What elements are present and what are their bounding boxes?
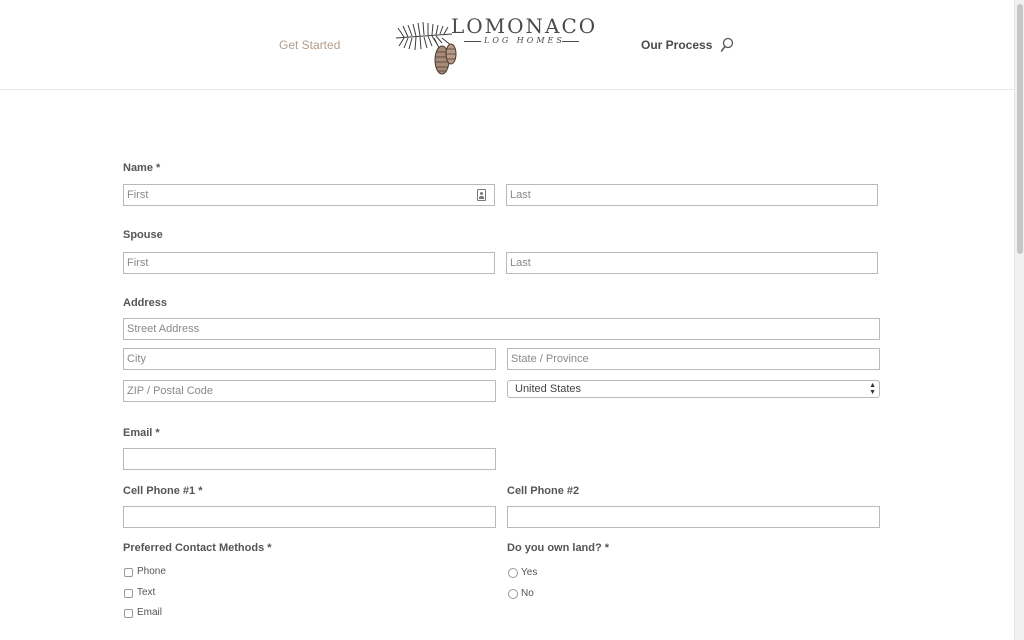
cell-phone-2-input[interactable] (507, 506, 880, 528)
contact-email-label: Email (137, 607, 163, 618)
spouse-first-placeholder: First (127, 257, 149, 269)
select-arrows-icon: ▲ ▼ (869, 382, 876, 396)
country-selected-value: United States (515, 383, 582, 395)
street-address-input[interactable]: Street Address (123, 318, 880, 340)
name-first-placeholder: First (127, 189, 149, 201)
cell-phone-1-input[interactable] (123, 506, 496, 528)
zip-placeholder: ZIP / Postal Code (127, 385, 214, 397)
nav-get-started[interactable]: Get Started (279, 38, 340, 52)
logo-title: LOMONACO (451, 14, 598, 38)
nav-our-process[interactable]: Our Process (641, 38, 712, 52)
email-label: Email * (123, 427, 160, 439)
search-icon[interactable] (720, 37, 734, 53)
name-label: Name * (123, 162, 161, 174)
contact-text-label: Text (137, 587, 156, 598)
contact-phone-label: Phone (137, 566, 166, 577)
own-land-no-label: No (521, 588, 534, 599)
spouse-first-input[interactable]: First (123, 252, 495, 274)
address-label: Address (123, 297, 168, 309)
page-scrollbar[interactable] (1014, 0, 1024, 640)
own-land-no-radio[interactable] (508, 589, 518, 599)
name-first-input[interactable]: First (123, 184, 495, 206)
name-last-placeholder: Last (510, 189, 531, 201)
own-land-label: Do you own land? * (507, 542, 610, 554)
state-input[interactable]: State / Province (507, 348, 880, 370)
city-input[interactable]: City (123, 348, 496, 370)
spouse-last-input[interactable]: Last (506, 252, 878, 274)
cell-phone-1-label: Cell Phone #1 * (123, 485, 203, 497)
own-land-yes-label: Yes (521, 567, 538, 578)
scrollbar-thumb[interactable] (1017, 4, 1023, 254)
zip-input[interactable]: ZIP / Postal Code (123, 380, 496, 402)
city-placeholder: City (127, 353, 146, 365)
contact-text-checkbox[interactable] (124, 589, 133, 598)
contact-card-icon[interactable] (477, 189, 486, 201)
contact-methods-label: Preferred Contact Methods * (123, 542, 272, 554)
site-logo[interactable]: LOMONACO LOG HOMES (394, 12, 595, 78)
contact-phone-checkbox[interactable] (124, 568, 133, 577)
contact-email-checkbox[interactable] (124, 609, 133, 618)
site-header: Get Started LOMONACO LOG HOMES Our Proce… (0, 0, 1014, 90)
state-placeholder: State / Province (511, 353, 589, 365)
street-address-placeholder: Street Address (127, 323, 200, 335)
country-select[interactable]: United States ▲ ▼ (507, 380, 880, 398)
logo-rule-left (464, 41, 481, 42)
logo-rule-right (562, 41, 579, 42)
logo-subtitle: LOG HOMES (484, 36, 565, 45)
email-input[interactable] (123, 448, 496, 470)
own-land-yes-radio[interactable] (508, 568, 518, 578)
spouse-last-placeholder: Last (510, 257, 531, 269)
cell-phone-2-label: Cell Phone #2 (507, 485, 580, 497)
name-last-input[interactable]: Last (506, 184, 878, 206)
spouse-label: Spouse (123, 229, 163, 241)
